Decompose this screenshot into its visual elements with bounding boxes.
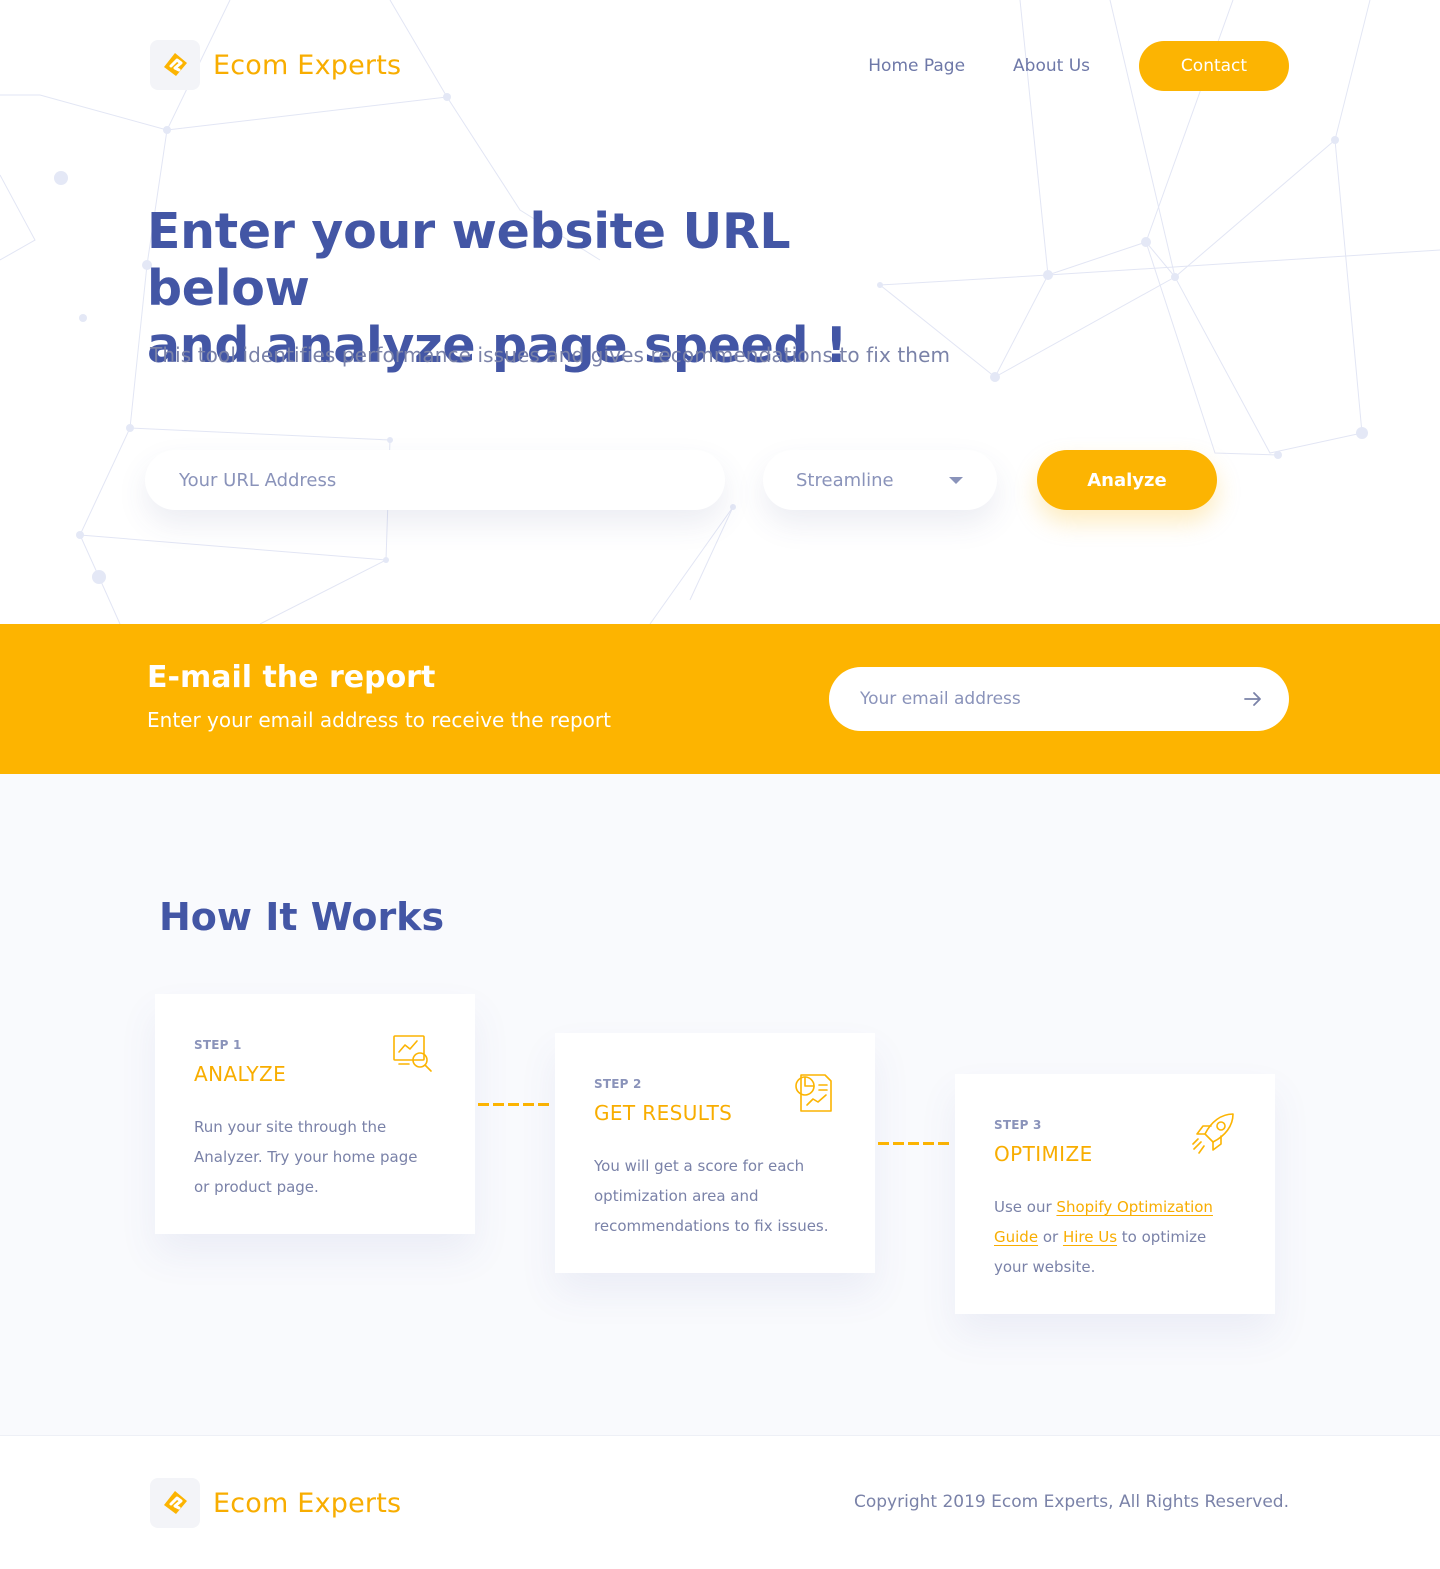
step-card-optimize: STEP 3 OPTIMIZE Use our Shopify Optimiza… — [955, 1074, 1275, 1314]
brand-name: Ecom Experts — [213, 1487, 402, 1519]
caret-down-icon — [949, 477, 963, 484]
how-it-works-section: How It Works STEP 1 ANALYZE Run your sit… — [0, 774, 1440, 1435]
mode-select-value: Streamline — [796, 469, 894, 491]
step-text-line: recommendations to fix issues. — [594, 1217, 829, 1235]
brand-name: Ecom Experts — [213, 49, 402, 81]
rocket-icon — [1192, 1113, 1234, 1154]
step-title: GET RESULTS — [594, 1101, 733, 1125]
step-text: to optimize — [1117, 1228, 1207, 1246]
hire-us-link[interactable]: Hire Us — [1063, 1228, 1117, 1246]
step-text-line: your website. — [994, 1258, 1096, 1276]
analytics-search-icon — [393, 1035, 432, 1072]
step-text-line: Run your site through the — [194, 1118, 387, 1136]
step-label: STEP 3 — [994, 1118, 1042, 1132]
step-text-line: optimization area and — [594, 1187, 759, 1205]
footer: Ecom Experts Copyright 2019 Ecom Experts… — [0, 1435, 1440, 1569]
email-report-section: E-mail the report Enter your email addre… — [0, 624, 1440, 774]
hero-title-line1: Enter your website URL below — [147, 203, 791, 317]
step-text-line: or product page. — [194, 1178, 319, 1196]
hero-section: Ecom Experts Home Page About Us Contact … — [0, 0, 1440, 624]
url-input-placeholder: Your URL Address — [179, 469, 337, 491]
nav-about-link[interactable]: About Us — [1013, 56, 1090, 76]
step-description: You will get a score for each optimizati… — [594, 1151, 844, 1241]
main-nav: Home Page About Us Contact — [868, 41, 1289, 91]
step-text: or — [1038, 1228, 1063, 1246]
how-it-works-title: How It Works — [159, 895, 445, 939]
step-title: ANALYZE — [194, 1062, 287, 1086]
step-label: STEP 2 — [594, 1077, 642, 1091]
header-brand[interactable]: Ecom Experts — [150, 40, 401, 90]
shopify-optimization-guide-link[interactable]: Guide — [994, 1228, 1038, 1246]
step-title: OPTIMIZE — [994, 1142, 1093, 1166]
hero-subtitle: This tool identifies performance issues … — [150, 343, 951, 367]
logo-icon — [150, 1478, 200, 1528]
report-chart-icon — [795, 1074, 832, 1112]
step-label: STEP 1 — [194, 1038, 242, 1052]
step-description: Use our Shopify Optimization Guide or Hi… — [994, 1192, 1244, 1282]
step-card-analyze: STEP 1 ANALYZE Run your site through the… — [155, 994, 475, 1234]
step-text-line: Analyzer. Try your home page — [194, 1148, 418, 1166]
step-text: Use our — [994, 1198, 1057, 1216]
footer-brand[interactable]: Ecom Experts — [150, 1478, 401, 1528]
shopify-optimization-link[interactable]: Shopify Optimization — [1056, 1198, 1213, 1216]
analyze-button[interactable]: Analyze — [1037, 450, 1217, 510]
copyright-text: Copyright 2019 Ecom Experts, All Rights … — [854, 1492, 1289, 1512]
contact-button[interactable]: Contact — [1139, 41, 1289, 91]
logo-icon — [150, 40, 200, 90]
step-connector — [478, 1103, 550, 1106]
nav-home-link[interactable]: Home Page — [868, 56, 965, 76]
email-input-placeholder: Your email address — [860, 689, 1021, 709]
email-report-subtitle: Enter your email address to receive the … — [147, 708, 611, 732]
url-input[interactable]: Your URL Address — [145, 450, 725, 510]
step-connector — [878, 1142, 950, 1145]
step-text-line: You will get a score for each — [594, 1157, 805, 1175]
email-report-title: E-mail the report — [147, 660, 436, 695]
email-input[interactable]: Your email address — [829, 667, 1289, 731]
arrow-right-icon[interactable] — [1243, 689, 1263, 709]
step-card-results: STEP 2 GET RESULTS You will get a score … — [555, 1033, 875, 1273]
step-description: Run your site through the Analyzer. Try … — [194, 1112, 444, 1202]
mode-select[interactable]: Streamline — [763, 450, 997, 510]
